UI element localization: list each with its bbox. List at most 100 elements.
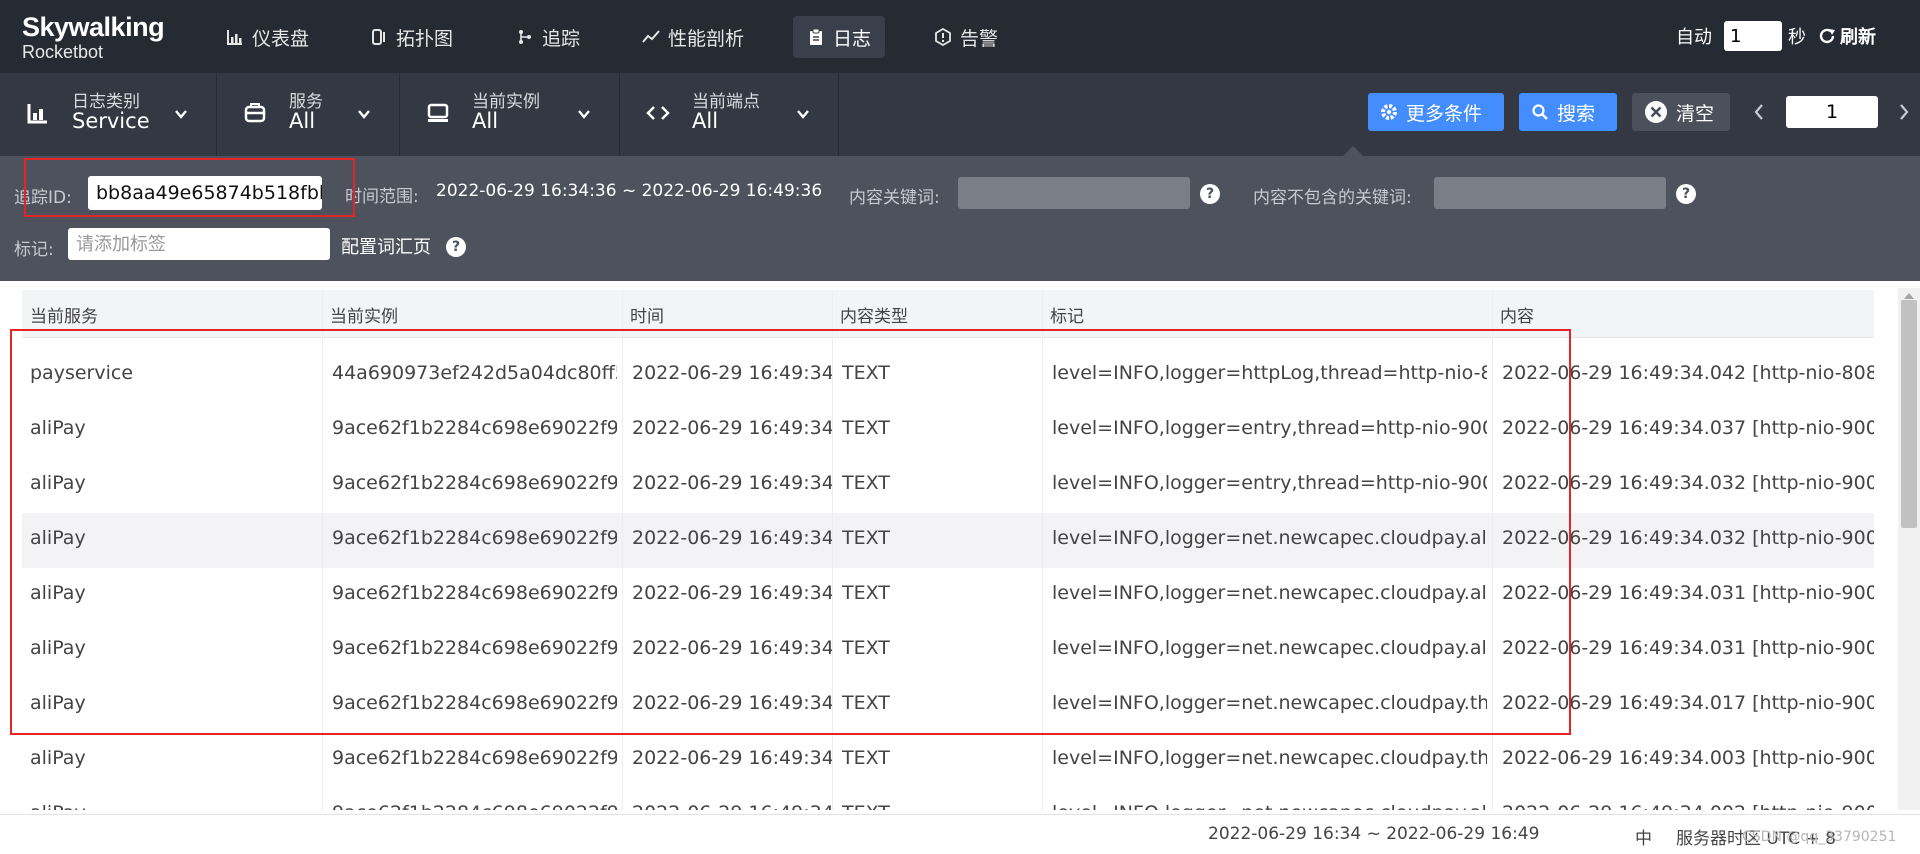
table-cell: TEXT [842, 802, 1042, 810]
table-cell: 2022-06-29 16:49:34.031 [http-nio-9009-e… [1502, 637, 1874, 659]
table-row[interactable]: aliPay 9ace62f1b2284c698e69022f97... 2022-… [22, 788, 1874, 810]
logo[interactable]: Skywalking Rocketbot [22, 12, 165, 62]
table-header: 当前服务 当前实例 时间 内容类型 标记 内容 [22, 290, 1874, 338]
chevron-right-icon[interactable] [1898, 103, 1910, 121]
log-table: 当前服务 当前实例 时间 内容类型 标记 内容 payservice 44a690… [22, 290, 1874, 810]
brand-subtitle: Rocketbot [22, 42, 104, 62]
nav-dashboard[interactable]: 仪表盘 [212, 16, 323, 58]
dashboard-icon [227, 30, 242, 45]
table-cell: TEXT [842, 527, 890, 549]
watermark: CSDN @qq_33790251 [1742, 829, 1897, 845]
table-cell: TEXT [842, 637, 890, 659]
table-cell: 9ace62f1b2284c698e69022f97... [332, 472, 617, 494]
nav-log[interactable]: 日志 [793, 16, 886, 58]
help-icon[interactable]: ? [446, 237, 466, 257]
time-range-value[interactable]: 2022-06-29 16:34:36 ~ 2022-06-29 16:49:3… [436, 181, 822, 201]
log-type-select[interactable]: 日志类别 Service [0, 73, 217, 156]
tag-input[interactable] [68, 228, 330, 260]
nav-alarm[interactable]: 告警 [920, 16, 1012, 58]
chevron-down-icon [578, 110, 590, 119]
scrollbar-thumb[interactable] [1901, 300, 1917, 528]
table-cell: aliPay [30, 472, 86, 494]
table-cell: level=INFO,logger=net.newcapec.cloudpay.… [1052, 747, 1487, 769]
nav-label: 拓扑图 [396, 27, 454, 50]
endpoint-select[interactable]: 当前端点 All [620, 73, 839, 156]
nav-label: 日志 [833, 27, 872, 50]
table-cell: 2022-06-29 16:49:34 [632, 637, 832, 659]
service-value: All [289, 109, 316, 133]
table-cell: aliPay [30, 747, 86, 769]
table-row[interactable]: aliPay 9ace62f1b2284c698e69022f97... 2022-… [22, 623, 1874, 678]
close-circle-icon [1645, 101, 1667, 123]
table-cell: TEXT [842, 582, 890, 604]
table-cell: level=INFO,logger=net.newcapec.cloudpay.… [1052, 692, 1487, 714]
topology-icon [372, 29, 385, 45]
column-header[interactable]: 时间 [630, 302, 664, 327]
table-cell: 2022-06-29 16:49:34 [632, 802, 832, 810]
table-cell: aliPay [30, 527, 86, 549]
table-row[interactable]: aliPay 9ace62f1b2284c698e69022f97... 2022-… [22, 403, 1874, 458]
seconds-label: 秒 [1788, 27, 1806, 48]
language-toggle[interactable]: 中 [1635, 824, 1652, 849]
time-range-label: 时间范围: [345, 187, 419, 207]
table-row[interactable]: aliPay 9ace62f1b2284c698e69022f97... 2022-… [22, 513, 1874, 568]
column-header[interactable]: 当前服务 [30, 302, 98, 327]
table-cell: payservice [30, 362, 134, 384]
help-icon[interactable]: ? [1676, 184, 1696, 204]
column-divider [1492, 290, 1493, 810]
column-divider [1042, 290, 1043, 810]
table-row[interactable]: aliPay 9ace62f1b2284c698e69022f97... 2022-… [22, 568, 1874, 623]
table-cell: 2022-06-29 16:49:34 [632, 472, 832, 494]
search-button[interactable]: 搜索 [1519, 93, 1617, 131]
table-row[interactable]: aliPay 9ace62f1b2284c698e69022f97... 2022-… [22, 678, 1874, 733]
trace-id-label: 追踪ID: [14, 188, 72, 208]
table-cell: TEXT [842, 692, 890, 714]
brand-name: Skywalking [22, 12, 165, 42]
table-cell: 2022-06-29 16:49:34.031 [http-nio-9009-e… [1502, 582, 1874, 604]
service-select[interactable]: 服务 All [217, 73, 400, 156]
column-header[interactable]: 内容类型 [840, 302, 908, 327]
more-conditions-button[interactable]: 更多条件 [1368, 93, 1504, 131]
refresh-button[interactable]: 刷新 [1818, 23, 1876, 49]
column-divider [622, 290, 623, 810]
column-header[interactable]: 标记 [1050, 302, 1084, 327]
keywords-input[interactable] [958, 177, 1190, 209]
table-row[interactable]: aliPay 9ace62f1b2284c698e69022f97... 2022-… [22, 733, 1874, 788]
table-cell: TEXT [842, 472, 890, 494]
exclude-keywords-input[interactable] [1434, 177, 1666, 209]
config-vocab-link[interactable]: 配置词汇页 [341, 233, 431, 259]
clear-button[interactable]: 清空 [1632, 93, 1730, 131]
clear-label: 清空 [1676, 102, 1715, 125]
keywords-label: 内容关键词: [849, 188, 940, 208]
endpoint-value: All [692, 109, 719, 133]
table-cell: 2022-06-29 16:49:34.037 [http-nio-9009-e… [1502, 417, 1874, 439]
nav-label: 仪表盘 [252, 27, 310, 50]
table-cell: aliPay [30, 417, 86, 439]
auto-interval-input[interactable] [1724, 21, 1782, 51]
nav-profile[interactable]: 性能剖析 [628, 16, 758, 58]
table-cell: 9ace62f1b2284c698e69022f97... [332, 637, 617, 659]
table-row[interactable]: payservice 44a690973ef242d5a04dc80ff5... 2… [22, 348, 1874, 403]
alarm-icon [935, 28, 951, 46]
column-header[interactable]: 内容 [1500, 302, 1534, 327]
chevron-left-icon[interactable] [1753, 103, 1765, 121]
table-cell: 2022-06-29 16:49:34 [632, 417, 832, 439]
code-icon [646, 106, 670, 120]
nav-topology[interactable]: 拓扑图 [356, 16, 467, 58]
column-divider [322, 290, 323, 810]
trace-id-input[interactable] [88, 176, 322, 210]
table-cell: level=INFO,logger=entry,thread=http-nio-… [1052, 417, 1487, 439]
instance-select[interactable]: 当前实例 All [400, 73, 620, 156]
auto-label: 自动 [1676, 27, 1712, 48]
table-cell: level=INFO,logger=httpLog,thread=http-ni… [1052, 362, 1487, 384]
table-row[interactable]: aliPay 9ace62f1b2284c698e69022f97... 2022-… [22, 458, 1874, 513]
column-header[interactable]: 当前实例 [330, 302, 398, 327]
instance-value: All [472, 109, 499, 133]
table-cell: 9ace62f1b2284c698e69022f97... [332, 747, 617, 769]
footer-time-range[interactable]: 2022-06-29 16:34 ~ 2022-06-29 16:49 [1208, 824, 1539, 844]
help-icon[interactable]: ? [1200, 184, 1220, 204]
table-cell: TEXT [842, 747, 890, 769]
conditions-panel: 追踪ID: 时间范围: 2022-06-29 16:34:36 ~ 2022-0… [0, 156, 1920, 281]
nav-trace[interactable]: 追踪 [502, 16, 594, 58]
refresh-icon [1819, 28, 1835, 44]
